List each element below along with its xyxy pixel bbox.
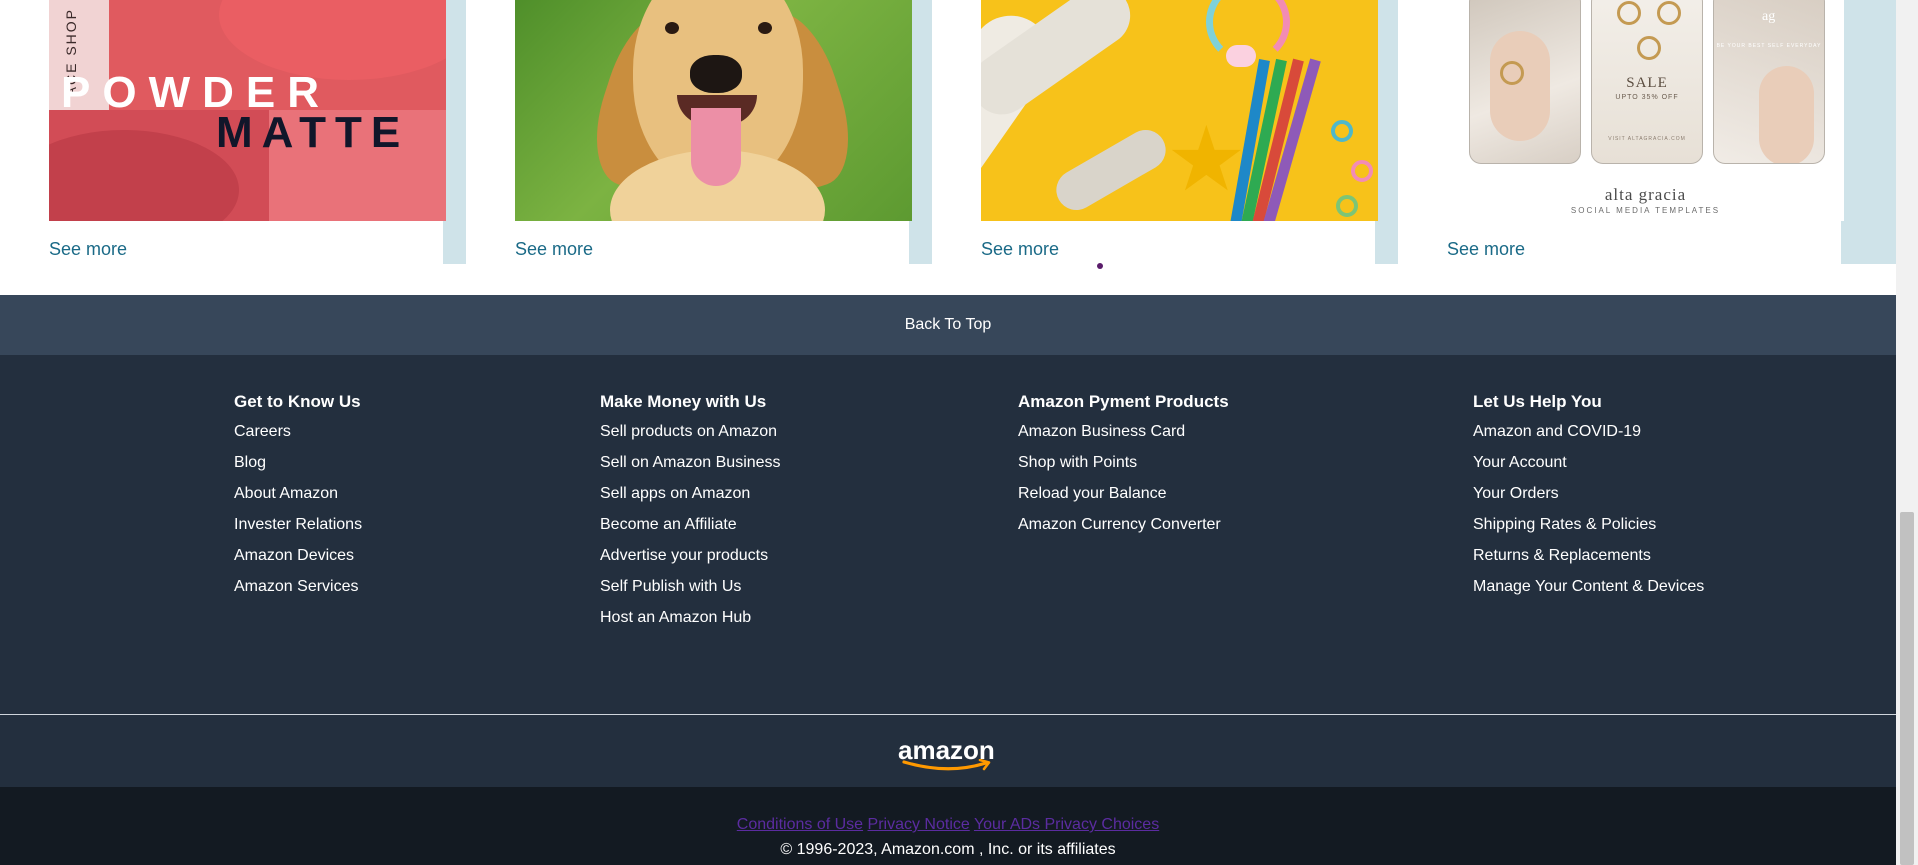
footer-link[interactable]: Amazon and COVID-19 [1473, 422, 1704, 453]
scrollbar-thumb[interactable] [1900, 512, 1914, 865]
footer-column-heading: Make Money with Us [600, 392, 767, 411]
sale-text: SALE [1626, 75, 1668, 91]
product-card-toys: ★ See more [932, 0, 1378, 264]
footer-column-payment-products: Amazon Pyment Products Amazon Business C… [1018, 392, 1229, 546]
see-more-link[interactable]: See more [49, 239, 127, 260]
footer-link[interactable]: Invester Relations [234, 515, 362, 546]
footer-column-heading: Let Us Help You [1473, 392, 1602, 411]
cards-carousel: ACE SHOP POWDER MATTE See more See more [0, 0, 1896, 269]
footer-link[interactable]: Amazon Services [234, 577, 362, 608]
footer-link[interactable]: Your Orders [1473, 484, 1704, 515]
footer-link[interactable]: Advertise your products [600, 546, 781, 577]
footer-column-help: Let Us Help You Amazon and COVID-19 Your… [1473, 392, 1704, 608]
footer-link[interactable]: Amazon Business Card [1018, 422, 1229, 453]
amazon-smile-icon [902, 759, 991, 771]
vertical-scrollbar[interactable] [1896, 0, 1918, 865]
footer-link[interactable]: Amazon Devices [234, 546, 362, 577]
image-overlay-matte-text: MATTE [216, 108, 410, 157]
legal-links: Conditions of Use Privacy Notice Your AD… [0, 816, 1896, 834]
footer-column-heading: Get to Know Us [234, 392, 361, 411]
footer-column-make-money: Make Money with Us Sell products on Amaz… [600, 392, 781, 639]
footer-logo-band: amazon [0, 715, 1896, 787]
footer-link[interactable]: Become an Affiliate [600, 515, 781, 546]
template-phone-2: SALE UPTO 35% OFF VISIT ALTAGRACIA.COM [1591, 0, 1703, 164]
see-more-link[interactable]: See more [515, 239, 593, 260]
see-more-link[interactable]: See more [1447, 239, 1525, 260]
footer-link[interactable]: About Amazon [234, 484, 362, 515]
footer-link[interactable]: Blog [234, 453, 362, 484]
product-card-lipstick: ACE SHOP POWDER MATTE See more [0, 0, 446, 264]
footer-link[interactable]: Careers [234, 422, 362, 453]
template-phone-1 [1469, 0, 1581, 164]
privacy-notice-link[interactable]: Privacy Notice [868, 816, 970, 833]
lipstick-image[interactable]: ACE SHOP POWDER MATTE [49, 0, 446, 221]
brand-tagline: SOCIAL MEDIA TEMPLATES [1570, 206, 1721, 215]
footer-link[interactable]: Sell products on Amazon [600, 422, 781, 453]
brand-name: alta gracia [1604, 185, 1687, 204]
visit-text: VISIT ALTAGRACIA.COM [1608, 136, 1686, 142]
airplane-pencils-image[interactable]: ★ [981, 0, 1378, 221]
sale-subtext: UPTO 35% OFF [1615, 94, 1679, 101]
copyright-text: © 1996-2023, Amazon.com , Inc. or its af… [780, 841, 1116, 858]
footer-link[interactable]: Reload your Balance [1018, 484, 1229, 515]
footer-column-heading: Amazon Pyment Products [1018, 392, 1229, 411]
footer-column-get-to-know-us: Get to Know Us Careers Blog About Amazon… [234, 392, 362, 608]
conditions-of-use-link[interactable]: Conditions of Use [737, 816, 863, 833]
back-to-top-button[interactable]: Back To Top [0, 295, 1896, 355]
footer-link[interactable]: Sell on Amazon Business [600, 453, 781, 484]
jewelry-templates-image[interactable]: SALE UPTO 35% OFF VISIT ALTAGRACIA.COM a… [1447, 0, 1844, 221]
footer-link[interactable]: Host an Amazon Hub [600, 608, 781, 639]
footer-link[interactable]: Self Publish with Us [600, 577, 781, 608]
footer-link[interactable]: Shop with Points [1018, 453, 1229, 484]
footer-legal-band: Conditions of Use Privacy Notice Your AD… [0, 787, 1896, 865]
product-card-jewelry: SALE UPTO 35% OFF VISIT ALTAGRACIA.COM a… [1398, 0, 1844, 264]
footer-link[interactable]: Sell apps on Amazon [600, 484, 781, 515]
tagline-text: BE YOUR BEST SELF EVERYDAY [1716, 43, 1822, 49]
footer-link[interactable]: Amazon Currency Converter [1018, 515, 1229, 546]
product-card-dog: See more [466, 0, 912, 264]
carousel-indicator-dot[interactable] [1097, 263, 1103, 269]
footer-link[interactable]: Manage Your Content & Devices [1473, 577, 1704, 608]
puppy-image[interactable] [515, 0, 912, 221]
ads-privacy-choices-link[interactable]: Your ADs Privacy Choices [974, 816, 1159, 833]
footer-link[interactable]: Your Account [1473, 453, 1704, 484]
template-phone-3: ag BE YOUR BEST SELF EVERYDAY [1713, 0, 1825, 164]
amazon-logo[interactable]: amazon [898, 737, 998, 777]
footer-link[interactable]: Returns & Replacements [1473, 546, 1704, 577]
page: ACE SHOP POWDER MATTE See more See more [0, 0, 1918, 865]
footer-link[interactable]: Shipping Rates & Policies [1473, 515, 1704, 546]
footer-navigation: Get to Know Us Careers Blog About Amazon… [0, 355, 1896, 715]
see-more-link[interactable]: See more [981, 239, 1059, 260]
monogram-icon: ag [1762, 9, 1776, 24]
